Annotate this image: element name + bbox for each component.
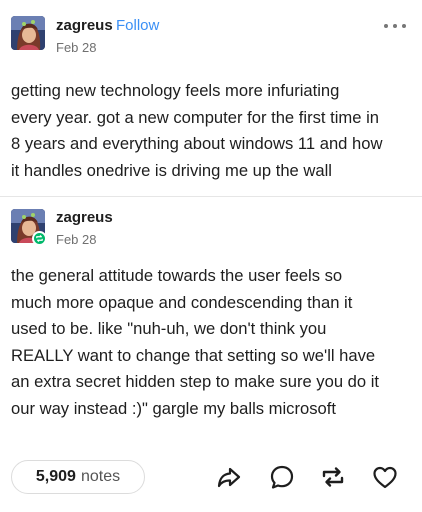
reblog-username[interactable]: zagreus: [56, 209, 113, 226]
more-icon: [384, 24, 388, 28]
notes-button[interactable]: 5,909 notes: [11, 460, 145, 494]
reblog-line: our way instead :)" gargle my balls micr…: [11, 398, 336, 418]
reblog-badge-icon: [32, 231, 47, 246]
share-icon: [217, 467, 241, 488]
post-line: it handles onedrive is driving me up the…: [11, 160, 332, 180]
reblog-date[interactable]: Feb 28: [56, 232, 96, 247]
follow-button[interactable]: Follow: [116, 17, 159, 34]
post-date[interactable]: Feb 28: [56, 40, 96, 55]
reblog-line: used to be. like "nuh-uh, we don't think…: [11, 319, 327, 338]
reblog-body: the general attitude towards the user fe…: [11, 263, 413, 422]
reply-icon: [270, 465, 294, 489]
notes-label: notes: [80, 468, 121, 485]
share-button[interactable]: [214, 462, 244, 492]
post-line: 8 years and everything about windows 11 …: [11, 134, 383, 153]
username[interactable]: zagreus: [56, 17, 113, 34]
reblog-button[interactable]: [318, 462, 348, 492]
notes-count: 5,909: [35, 468, 76, 485]
reblog-line: the general attitude towards the user fe…: [11, 266, 343, 285]
reblog-icon: [322, 467, 344, 487]
post-line: every year. got a new computer for the f…: [11, 107, 379, 127]
post-card: zagreus Follow Feb 28 getting new techno…: [0, 0, 422, 512]
reblog-line: much more opaque and condescending than …: [11, 292, 353, 312]
reply-button[interactable]: [267, 462, 297, 492]
divider: [0, 196, 422, 197]
post-body: getting new technology feels more infuri…: [11, 78, 413, 184]
reblog-line: REALLY want to change that setting so we…: [11, 345, 376, 365]
reblog-line: an extra secret hidden step to make sure…: [11, 372, 380, 391]
like-button[interactable]: [370, 462, 400, 492]
avatar[interactable]: [11, 16, 45, 50]
more-options-button[interactable]: [384, 20, 406, 32]
like-icon: [373, 466, 397, 489]
post-line: getting new technology feels more infuri…: [11, 81, 340, 100]
